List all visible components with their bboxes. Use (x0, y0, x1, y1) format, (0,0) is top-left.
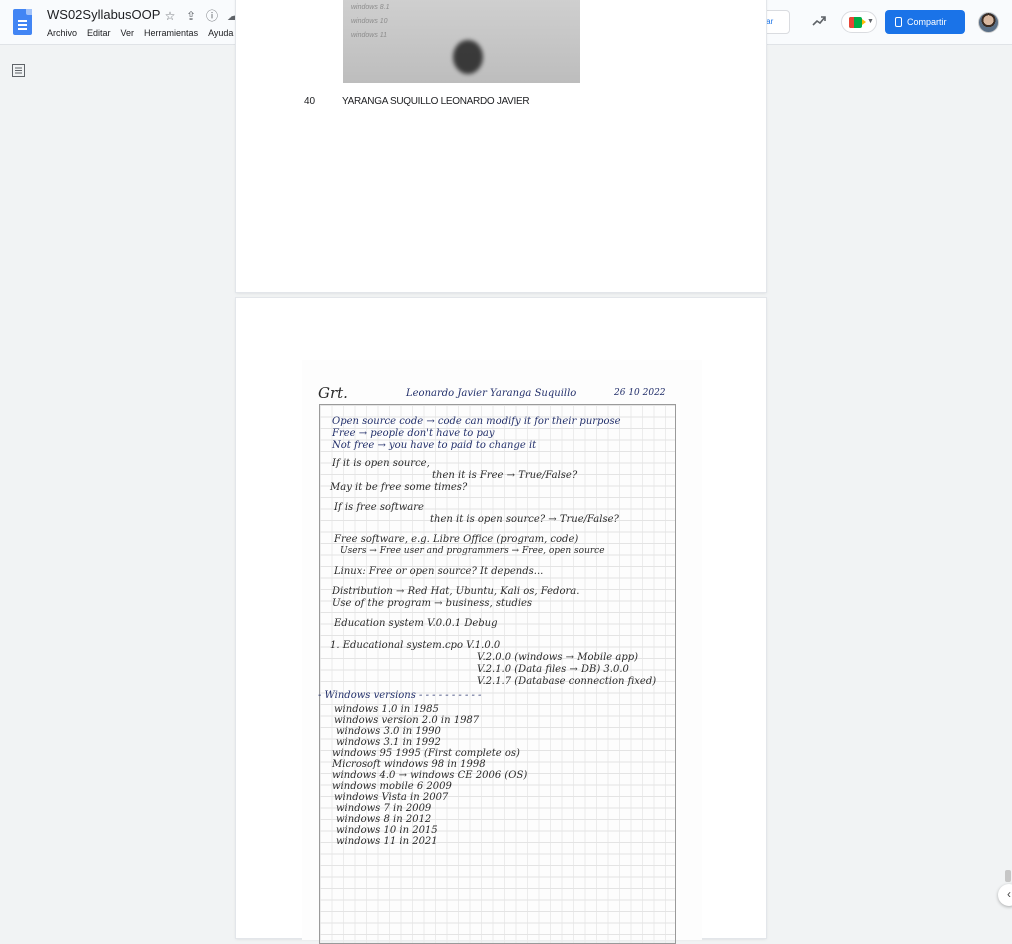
document-title[interactable]: WS02SyllabusOOP (47, 7, 160, 22)
avatar[interactable] (978, 12, 999, 33)
note-line: Open source code → code can modify it fo… (332, 416, 621, 427)
note-line: 1. Educational system.cpo V.1.0.0 (330, 640, 501, 651)
note-line: V.2.1.7 (Database connection fixed) (477, 676, 657, 687)
note-line: Free → people don't have to pay (332, 428, 495, 439)
photo-shadow (453, 40, 483, 74)
lock-icon (895, 17, 902, 27)
note-header: Grt. Leonardo Javier Yaranga Suquillo 26… (314, 382, 674, 406)
meet-button[interactable]: ▼ (841, 11, 877, 33)
star-icon[interactable]: ☆ (163, 9, 177, 23)
photo-line: windows 11 (351, 32, 388, 39)
chevron-left-icon[interactable]: ‹ (998, 884, 1012, 906)
note-line: then it is open source? → True/False? (430, 514, 619, 525)
docs-logo-icon[interactable] (13, 9, 32, 35)
trending-icon[interactable] (811, 13, 827, 29)
note-line: windows 95 1995 (First complete os) (332, 748, 520, 759)
note-line: Free software, e.g. Libre Office (progra… (334, 534, 579, 545)
note-header-name: Leonardo Javier Yaranga Suquillo (406, 388, 577, 399)
scrollbar[interactable] (1005, 870, 1011, 882)
note-line: then it is Free → True/False? (432, 470, 578, 481)
menu-editar[interactable]: Editar (87, 28, 111, 38)
embedded-photo: windows 8.1 windows 10 windows 11 (343, 0, 580, 83)
outline-icon[interactable] (12, 64, 25, 77)
note-header-left: Grt. (318, 384, 348, 402)
menu-bar: Archivo Editar Ver Herramientas Ayuda (47, 28, 233, 38)
share-button[interactable]: Compartir (885, 10, 965, 34)
menu-archivo[interactable]: Archivo (47, 28, 77, 38)
document-page: windows 8.1 windows 10 windows 11 40 YAR… (236, 0, 766, 292)
note-header-date: 26 10 2022 (614, 388, 666, 398)
note-line: Distribution → Red Hat, Ubuntu, Kali os,… (332, 586, 580, 597)
note-line: windows 11 in 2021 (336, 836, 438, 847)
note-line: windows version 2.0 in 1987 (334, 715, 480, 726)
note-line: windows 1.0 in 1985 (334, 704, 439, 715)
row-number: 40 (304, 96, 316, 107)
document-page: Grt. Leonardo Javier Yaranga Suquillo 26… (236, 298, 766, 944)
info-icon[interactable]: ⓘ (205, 9, 219, 23)
row-name: YARANGA SUQUILLO LEONARDO JAVIER (342, 96, 530, 107)
note-line: windows 10 in 2015 (336, 825, 438, 836)
note-line: If it is open source, (332, 458, 430, 469)
note-line: windows 7 in 2009 (336, 803, 432, 814)
note-line: windows 3.1 in 1992 (336, 737, 441, 748)
note-line: windows mobile 6 2009 (332, 781, 452, 792)
note-line: Education system V.0.0.1 Debug (334, 618, 498, 629)
photo-line: windows 10 (351, 18, 388, 25)
note-line: windows 3.0 in 1990 (336, 726, 441, 737)
menu-herramientas[interactable]: Herramientas (144, 28, 198, 38)
move-to-drive-icon[interactable]: ⇪ (184, 9, 198, 23)
note-line: Not free → you have to paid to change it (332, 440, 537, 451)
note-line: V.2.1.0 (Data files → DB) 3.0.0 (477, 664, 629, 675)
note-line: V.2.0.0 (windows → Mobile app) (477, 652, 639, 663)
menu-ayuda[interactable]: Ayuda (208, 28, 233, 38)
note-line: May it be free some times? (330, 482, 468, 493)
title-icons: ☆ ⇪ ⓘ ☁ (163, 9, 240, 23)
photo-line: windows 8.1 (351, 4, 390, 11)
menu-ver[interactable]: Ver (121, 28, 135, 38)
note-line: If is free software (334, 502, 424, 513)
note-line: windows 8 in 2012 (336, 814, 432, 825)
note-line: windows Vista in 2007 (334, 792, 449, 803)
scanned-note-image: Grt. Leonardo Javier Yaranga Suquillo 26… (302, 360, 702, 944)
note-line: Use of the program → business, studies (332, 598, 533, 609)
meet-icon (849, 17, 866, 28)
note-line: windows 4.0 → windows CE 2006 (OS) (332, 770, 528, 781)
note-line: Linux: Free or open source? It depends..… (334, 566, 544, 577)
note-line: - Windows versions - - - - - - - - - - (318, 690, 482, 701)
note-line: Users → Free user and programmers → Free… (340, 546, 605, 556)
chevron-down-icon: ▼ (867, 18, 874, 25)
share-label: Compartir (907, 17, 947, 27)
note-line: Microsoft windows 98 in 1998 (332, 759, 486, 770)
